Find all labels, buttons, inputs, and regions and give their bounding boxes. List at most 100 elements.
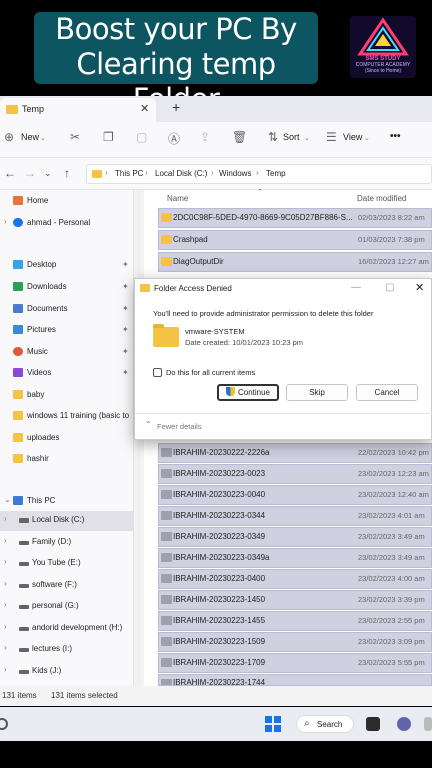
maximize-icon[interactable]: ▢ [385,282,394,293]
file-row[interactable]: IBRAHIM-20230223-1744 [158,674,432,686]
sidebar-item-uploades[interactable]: uploades [0,429,134,449]
expand-chevron-icon[interactable]: › [4,622,7,631]
file-row[interactable]: IBRAHIM-20230223-1450 23/02/2023 3:39 pm [158,590,432,610]
sort-chevron-icon[interactable]: ⌄ [304,134,310,142]
file-row[interactable]: IBRAHIM-20230223-0349a 23/02/2023 3:49 a… [158,548,432,568]
sidebar-item-home[interactable]: Home [0,192,134,212]
up-arrow-icon[interactable]: ↑ [64,166,70,180]
task-view-icon[interactable] [366,717,380,731]
file-row[interactable]: IBRAHIM-20230223-1509 23/02/2023 3:09 pm [158,632,432,652]
cancel-button[interactable]: Cancel [356,384,418,401]
expand-chevron-icon[interactable]: › [4,600,7,609]
file-row[interactable]: IBRAHIM-20230223-1709 23/02/2023 5:55 pm [158,653,432,673]
sidebar-item-youtube-e[interactable]: › You Tube (E:) [0,554,134,574]
file-name: IBRAHIM-20230223-1450 [173,595,266,604]
new-chevron-icon[interactable]: ⌄ [40,134,46,142]
file-row[interactable]: IBRAHIM-20230223-0023 23/02/2023 12:23 a… [158,464,432,484]
sidebar-item-onedrive[interactable]: › ahmad - Personal [0,214,134,234]
file-row[interactable]: IBRAHIM-20230223-0349 23/02/2023 3:49 am [158,527,432,547]
home-icon [13,196,23,205]
widget-icon[interactable] [0,718,8,730]
sidebar-item-documents[interactable]: Documents ✦ [0,300,134,320]
file-row[interactable]: DiagOutputDir 16/02/2023 12:27 am [158,252,432,272]
file-row[interactable]: IBRAHIM-20230223-0040 23/02/2023 12:40 a… [158,485,432,505]
close-icon[interactable]: ✕ [415,281,424,294]
breadcrumb-local-disk[interactable]: Local Disk (C:) [155,169,207,178]
tab-close-icon[interactable]: ✕ [140,102,149,115]
copy-icon[interactable]: ❐ [103,130,114,144]
folder-icon [161,257,172,266]
new-plus-icon[interactable]: ⊕ [4,130,14,144]
sidebar-item-personal-g[interactable]: › personal (G:) [0,597,134,617]
breadcrumb-windows[interactable]: Windows [219,169,251,178]
forward-arrow-icon[interactable]: → [24,166,36,180]
sidebar-item-pictures[interactable]: Pictures ✦ [0,321,134,341]
sidebar-item-android-h[interactable]: › andorid development (H:) [0,619,134,639]
breadcrumb[interactable]: › This PC › Local Disk (C:) › Windows › … [86,164,432,184]
view-chevron-icon[interactable]: ⌄ [364,134,370,142]
view-button[interactable]: View [343,132,362,142]
breadcrumb-temp[interactable]: Temp [266,169,286,178]
sidebar-item-kids-j[interactable]: › Kids (J:) [0,662,134,682]
sidebar-item-desktop[interactable]: Desktop ✦ [0,256,134,276]
tab-temp[interactable]: Temp ✕ [0,98,156,122]
file-row[interactable]: 2DC0C98F-5DED-4970-8669-9C05D27BF886-S..… [158,208,432,228]
rename-icon[interactable]: Ⓐ [168,130,180,147]
sidebar-item-this-pc[interactable]: ⌄ This PC [0,492,134,512]
skip-button[interactable]: Skip [286,384,348,401]
sidebar-item-downloads[interactable]: Downloads ✦ [0,278,134,298]
minimize-icon[interactable]: — [351,282,361,293]
file-date: 23/02/2023 12:40 am [358,490,429,499]
sort-icon[interactable]: ⇅ [268,130,278,144]
sidebar-item-family-d[interactable]: › Family (D:) [0,533,134,553]
windows-start-icon[interactable] [265,716,281,732]
drive-icon [19,670,29,674]
column-header-name[interactable]: Name [167,194,188,203]
file-row[interactable]: IBRAHIM-20230222-2226a 22/02/2023 10:42 … [158,443,432,463]
breadcrumb-this-pc[interactable]: This PC [115,169,143,178]
teams-chat-icon[interactable] [397,717,411,731]
cut-icon[interactable]: ✂ [70,130,80,144]
sidebar-item-lectures-i[interactable]: › lectures (I:) [0,640,134,660]
view-icon[interactable]: ☰ [326,130,337,144]
sidebar-item-hashir[interactable]: hashir [0,450,134,470]
file-row[interactable]: IBRAHIM-20230223-0400 23/02/2023 4:00 am [158,569,432,589]
expand-chevron-icon[interactable]: › [4,217,7,226]
sidebar-item-music[interactable]: Music ✦ [0,343,134,363]
recent-chevron-icon[interactable]: ⌄ [44,168,52,179]
fewer-details-link[interactable]: Fewer details [157,422,202,431]
delete-icon[interactable]: 🗑 [232,130,247,144]
expand-chevron-icon[interactable]: › [4,643,7,652]
taskbar-search[interactable]: ⌕ Search [296,715,354,733]
sidebar-item-software-f[interactable]: › software (F:) [0,576,134,596]
back-arrow-icon[interactable]: ← [4,166,16,180]
file-date: 23/02/2023 4:00 am [358,574,425,583]
sidebar-item-videos[interactable]: Videos ✦ [0,364,134,384]
expand-chevron-icon[interactable]: › [4,536,7,545]
taskbar-app-icon[interactable] [424,717,432,731]
expand-chevron-icon[interactable]: › [4,557,7,566]
file-date: 22/02/2023 10:42 pm [358,448,429,457]
share-icon[interactable]: ⇪ [200,130,210,144]
file-icon [161,616,172,625]
paste-icon[interactable]: ▢ [136,130,147,144]
file-row[interactable]: Crashpad 01/03/2023 7:38 pm [158,230,432,250]
continue-button[interactable]: Continue [217,384,279,401]
chevron-up-icon[interactable]: ⌃ [145,420,152,429]
file-row[interactable]: IBRAHIM-20230223-0344 23/02/2023 4:01 am [158,506,432,526]
expand-chevron-icon[interactable]: › [4,579,7,588]
sidebar-item-windows-training[interactable]: windows 11 training (basic to [0,407,134,427]
sidebar-item-baby[interactable]: baby [0,386,134,406]
new-tab-button[interactable]: + [172,99,180,115]
sort-button[interactable]: Sort [283,132,300,142]
expand-chevron-icon[interactable]: › [4,514,7,523]
new-button[interactable]: New [21,132,39,142]
collapse-chevron-icon[interactable]: ⌄ [4,495,11,504]
sidebar-item-local-disk-c[interactable]: › Local Disk (C:) [0,511,134,531]
apply-all-checkbox[interactable] [153,368,162,377]
file-row[interactable]: IBRAHIM-20230223-1455 23/02/2023 2:55 pm [158,611,432,631]
column-header-date[interactable]: Date modified [357,194,406,203]
more-options-button[interactable]: ••• [390,131,401,142]
expand-chevron-icon[interactable]: › [4,665,7,674]
folder-icon [92,170,102,178]
